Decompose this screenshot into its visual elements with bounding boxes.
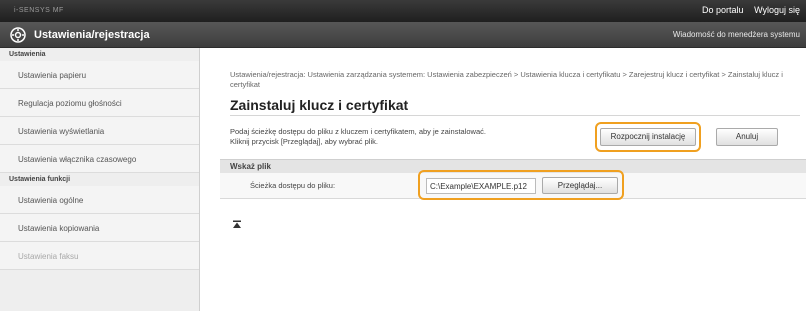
page-title: Zainstaluj klucz i certyfikat — [230, 97, 409, 113]
logout-link[interactable]: Wyloguj się — [754, 5, 800, 15]
sidebar-item-volume[interactable]: Regulacja poziomu głośności — [0, 89, 199, 117]
browse-button[interactable]: Przeglądaj... — [542, 177, 618, 194]
sidebar-section-settings: Ustawienia — [9, 51, 46, 58]
sidebar: Ustawienia Ustawienia papieru Regulacja … — [0, 48, 200, 311]
file-path-label: Ścieżka dostępu do pliku: — [250, 181, 336, 190]
start-install-button[interactable]: Rozpocznij instalację — [600, 128, 696, 146]
portal-link[interactable]: Do portalu — [702, 5, 744, 15]
sidebar-item-general[interactable]: Ustawienia ogólne — [0, 186, 199, 214]
gear-icon — [10, 27, 26, 43]
main-content: Ustawienia/rejestracja: Ustawienia zarzą… — [220, 48, 806, 311]
sidebar-item-timer[interactable]: Ustawienia włącznika czasowego — [0, 145, 199, 173]
page-heading: Ustawienia/rejestracja — [34, 29, 150, 41]
breadcrumb: Ustawienia/rejestracja: Ustawienia zarzą… — [230, 70, 783, 89]
sidebar-item-fax[interactable]: Ustawienia faksu — [0, 242, 199, 270]
title-bar: Ustawienia/rejestracja Wiadomość do mene… — [0, 22, 806, 48]
instructions-line-1: Podaj ścieżkę dostępu do pliku z kluczem… — [230, 127, 486, 136]
top-links: Do portalu Wyloguj się — [694, 5, 800, 15]
cancel-button[interactable]: Anuluj — [716, 128, 778, 146]
sidebar-section-functions: Ustawienia funkcji — [9, 176, 71, 183]
product-name: i-SENSYS MF — [14, 7, 64, 14]
instructions: Podaj ścieżkę dostępu do pliku z kluczem… — [230, 127, 580, 147]
title-divider — [230, 115, 800, 116]
instructions-line-2: Kliknij przycisk [Przeglądaj], aby wybra… — [230, 137, 378, 146]
message-to-admin-link[interactable]: Wiadomość do menedżera systemu — [673, 30, 800, 39]
sidebar-item-paper[interactable]: Ustawienia papieru — [0, 61, 199, 89]
sidebar-item-display[interactable]: Ustawienia wyświetlania — [0, 117, 199, 145]
page-top-icon[interactable] — [232, 220, 242, 230]
sidebar-item-copy[interactable]: Ustawienia kopiowania — [0, 214, 199, 242]
top-bar: i-SENSYS MF Do portalu Wyloguj się — [0, 0, 806, 22]
